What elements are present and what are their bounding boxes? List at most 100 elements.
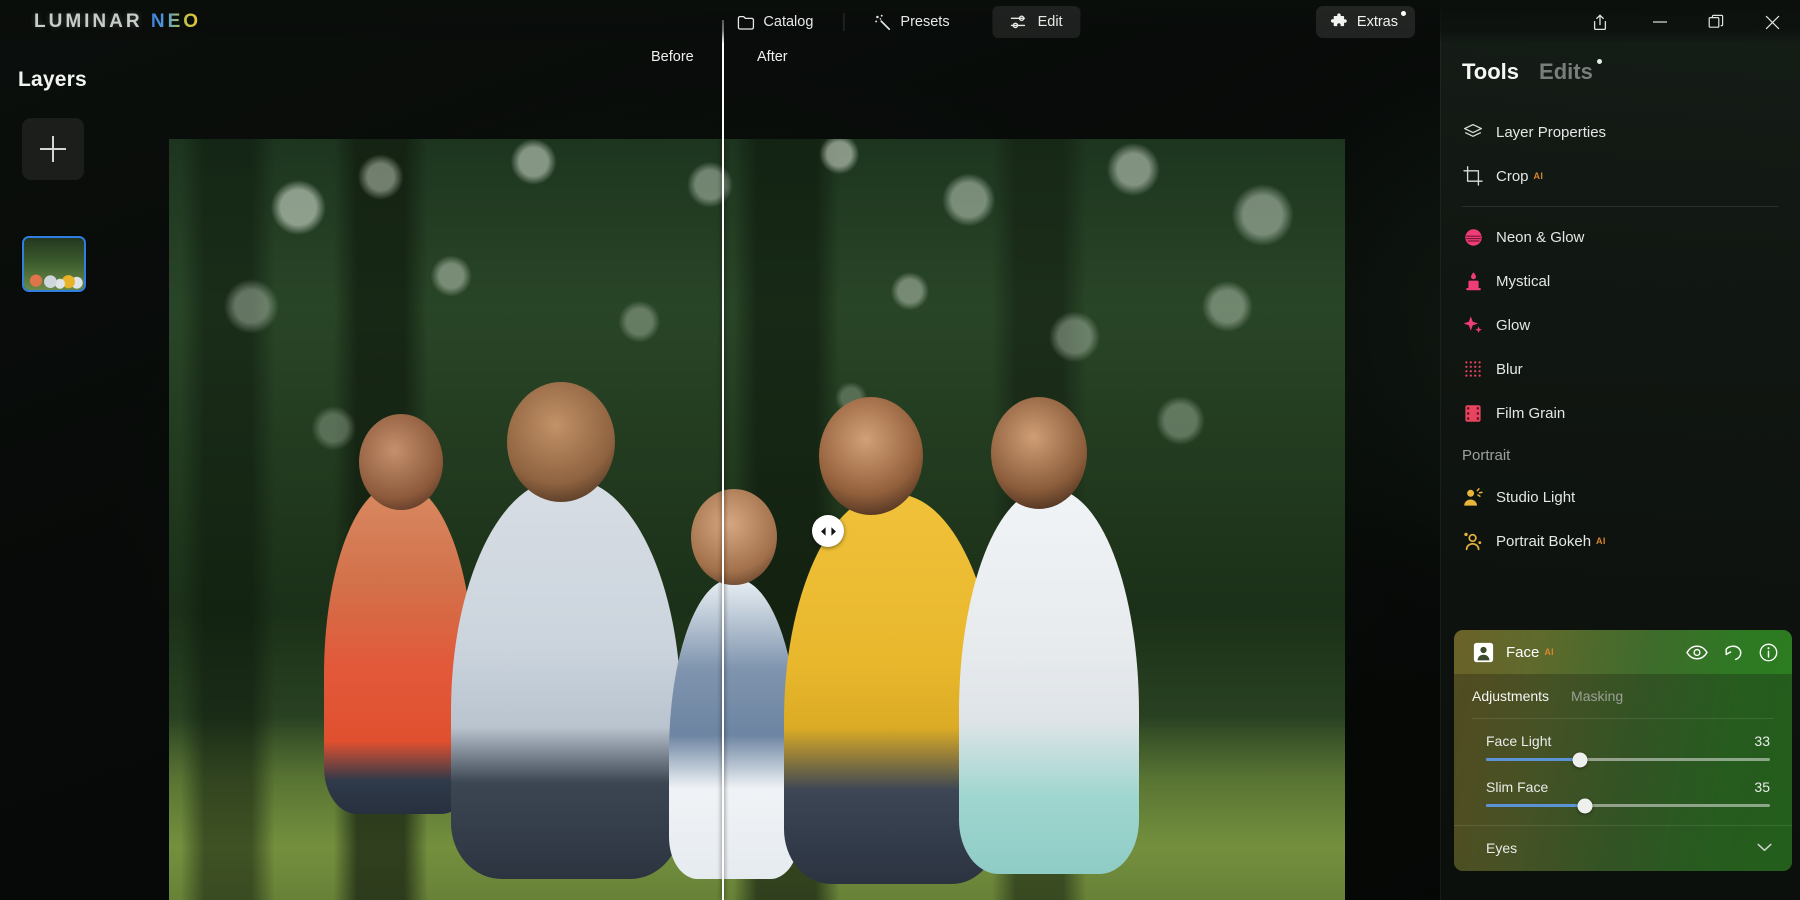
before-label: Before xyxy=(651,49,694,65)
minimize-button[interactable] xyxy=(1632,0,1688,44)
layers-icon xyxy=(1462,121,1484,143)
after-label: After xyxy=(757,49,788,65)
section-eyes[interactable]: Eyes xyxy=(1454,825,1792,869)
close-button[interactable] xyxy=(1744,0,1800,44)
tool-blur[interactable]: Blur xyxy=(1440,347,1800,391)
dot-grid-icon xyxy=(1462,358,1484,380)
add-layer-button[interactable] xyxy=(22,118,84,180)
plus-icon xyxy=(40,136,66,162)
subtab-adjustments[interactable]: Adjustments xyxy=(1472,688,1549,704)
head-baby xyxy=(691,489,777,585)
face-tool-body: Adjustments Masking Face Light 33 Slim F… xyxy=(1454,674,1792,871)
tool-portrait-bokeh-label: Portrait Bokeh xyxy=(1496,532,1592,550)
tool-layer-properties-label: Layer Properties xyxy=(1496,123,1607,141)
folder-icon xyxy=(737,15,755,30)
face-tool-title: Face xyxy=(1506,643,1540,661)
section-eyes-label: Eyes xyxy=(1486,839,1518,856)
subject-father xyxy=(451,479,681,879)
portrait-frame-icon xyxy=(1472,641,1494,663)
chevron-down-icon xyxy=(1757,839,1772,857)
tool-studio-light[interactable]: Studio Light xyxy=(1440,475,1800,519)
sparkle-icon xyxy=(1462,314,1484,336)
tool-portrait-bokeh[interactable]: Portrait Bokeh AI xyxy=(1440,519,1800,563)
tool-mystical[interactable]: Mystical xyxy=(1440,259,1800,303)
face-ai-badge: AI xyxy=(1544,647,1554,657)
extras-label: Extras xyxy=(1356,14,1398,30)
nav-edit[interactable]: Edit xyxy=(992,6,1081,38)
magic-wand-icon xyxy=(875,14,891,30)
group-header-portrait-label: Portrait xyxy=(1462,446,1511,464)
luminar-neo-window: Before After Layers LUMINAR NEO Catalog xyxy=(0,0,1800,900)
tab-tools[interactable]: Tools xyxy=(1462,59,1519,85)
face-subtabs: Adjustments Masking xyxy=(1454,674,1792,718)
nav-edit-label: Edit xyxy=(1037,14,1063,30)
slider-face-light: Face Light 33 xyxy=(1454,719,1792,767)
before-after-divider[interactable] xyxy=(722,139,724,900)
maximize-button[interactable] xyxy=(1688,0,1744,44)
puzzle-piece-icon xyxy=(1330,13,1347,27)
head-father xyxy=(507,382,615,502)
nav-presets-label: Presets xyxy=(900,14,950,30)
nav-presets[interactable]: Presets xyxy=(856,6,967,38)
nav-separator xyxy=(843,13,845,31)
extras-button[interactable]: Extras xyxy=(1315,6,1415,38)
nav-catalog[interactable]: Catalog xyxy=(719,6,831,38)
logo-neo: NEO xyxy=(150,11,202,32)
extras-badge-dot xyxy=(1401,11,1406,16)
nav-catalog-label: Catalog xyxy=(763,14,814,30)
person-light-icon xyxy=(1462,486,1484,508)
tool-crop-label: Crop xyxy=(1496,167,1529,185)
layers-title: Layers xyxy=(18,68,87,91)
subtab-masking[interactable]: Masking xyxy=(1571,688,1623,704)
tool-neon-glow[interactable]: Neon & Glow xyxy=(1440,215,1800,259)
neon-circle-icon xyxy=(1462,226,1484,248)
info-icon[interactable] xyxy=(1759,643,1778,662)
face-tool-header[interactable]: Face AI xyxy=(1454,630,1792,674)
photo-canvas[interactable] xyxy=(169,139,1345,900)
before-after-drag-handle[interactable] xyxy=(812,515,844,547)
tool-film-grain-label: Film Grain xyxy=(1496,404,1566,422)
slider-face-light-knob[interactable] xyxy=(1572,752,1588,767)
layer-thumbnail[interactable] xyxy=(22,236,86,292)
slider-slim-face-knob[interactable] xyxy=(1577,798,1593,813)
crop-ai-badge: AI xyxy=(1533,171,1544,181)
layer-thumbnail-image xyxy=(24,238,84,290)
tab-edits-label: Edits xyxy=(1539,59,1593,84)
face-tool-card: Face AI Adjustments Masking Face Light 3… xyxy=(1454,630,1792,871)
app-logo: LUMINAR NEO xyxy=(34,11,201,33)
tools-panel: Tools Edits Layer Properties Crop AI Neo… xyxy=(1440,0,1800,900)
slider-slim-face-head: Slim Face 35 xyxy=(1486,779,1770,795)
tools-panel-tabs: Tools Edits xyxy=(1440,50,1800,94)
head-child-left xyxy=(359,414,443,510)
logo-luminar: LUMINAR xyxy=(34,11,143,32)
tool-neon-glow-label: Neon & Glow xyxy=(1496,228,1585,246)
sliders-icon xyxy=(1010,15,1026,29)
share-button[interactable] xyxy=(1568,0,1632,44)
eye-icon[interactable] xyxy=(1686,645,1708,660)
window-controls xyxy=(1568,0,1800,44)
tool-film-grain[interactable]: Film Grain xyxy=(1440,391,1800,435)
tool-mystical-label: Mystical xyxy=(1496,272,1551,290)
tab-edits[interactable]: Edits xyxy=(1539,59,1602,85)
title-bar: LUMINAR NEO Catalog Presets Edit Extras xyxy=(0,0,1800,44)
subject-child-right xyxy=(959,489,1139,874)
tool-layer-properties[interactable]: Layer Properties xyxy=(1440,110,1800,154)
tool-crop[interactable]: Crop AI xyxy=(1440,154,1800,198)
group-header-portrait: Portrait xyxy=(1440,435,1800,475)
slider-face-light-fill xyxy=(1486,758,1580,761)
undo-icon[interactable] xyxy=(1724,644,1743,661)
tool-glow-label: Glow xyxy=(1496,316,1531,334)
head-mother xyxy=(819,397,923,515)
edits-badge-dot xyxy=(1596,59,1602,64)
slider-slim-face-track[interactable] xyxy=(1486,798,1770,813)
portrait-bokeh-ai-badge: AI xyxy=(1596,536,1606,546)
slider-slim-face-fill xyxy=(1486,804,1586,807)
slider-face-light-track[interactable] xyxy=(1486,752,1770,767)
candle-icon xyxy=(1462,270,1484,292)
person-bokeh-icon xyxy=(1462,530,1484,552)
share-icon xyxy=(1593,14,1607,30)
tool-glow[interactable]: Glow xyxy=(1440,303,1800,347)
slider-face-light-value: 33 xyxy=(1754,733,1770,749)
film-strip-icon xyxy=(1462,402,1484,424)
minimize-icon xyxy=(1653,21,1667,23)
